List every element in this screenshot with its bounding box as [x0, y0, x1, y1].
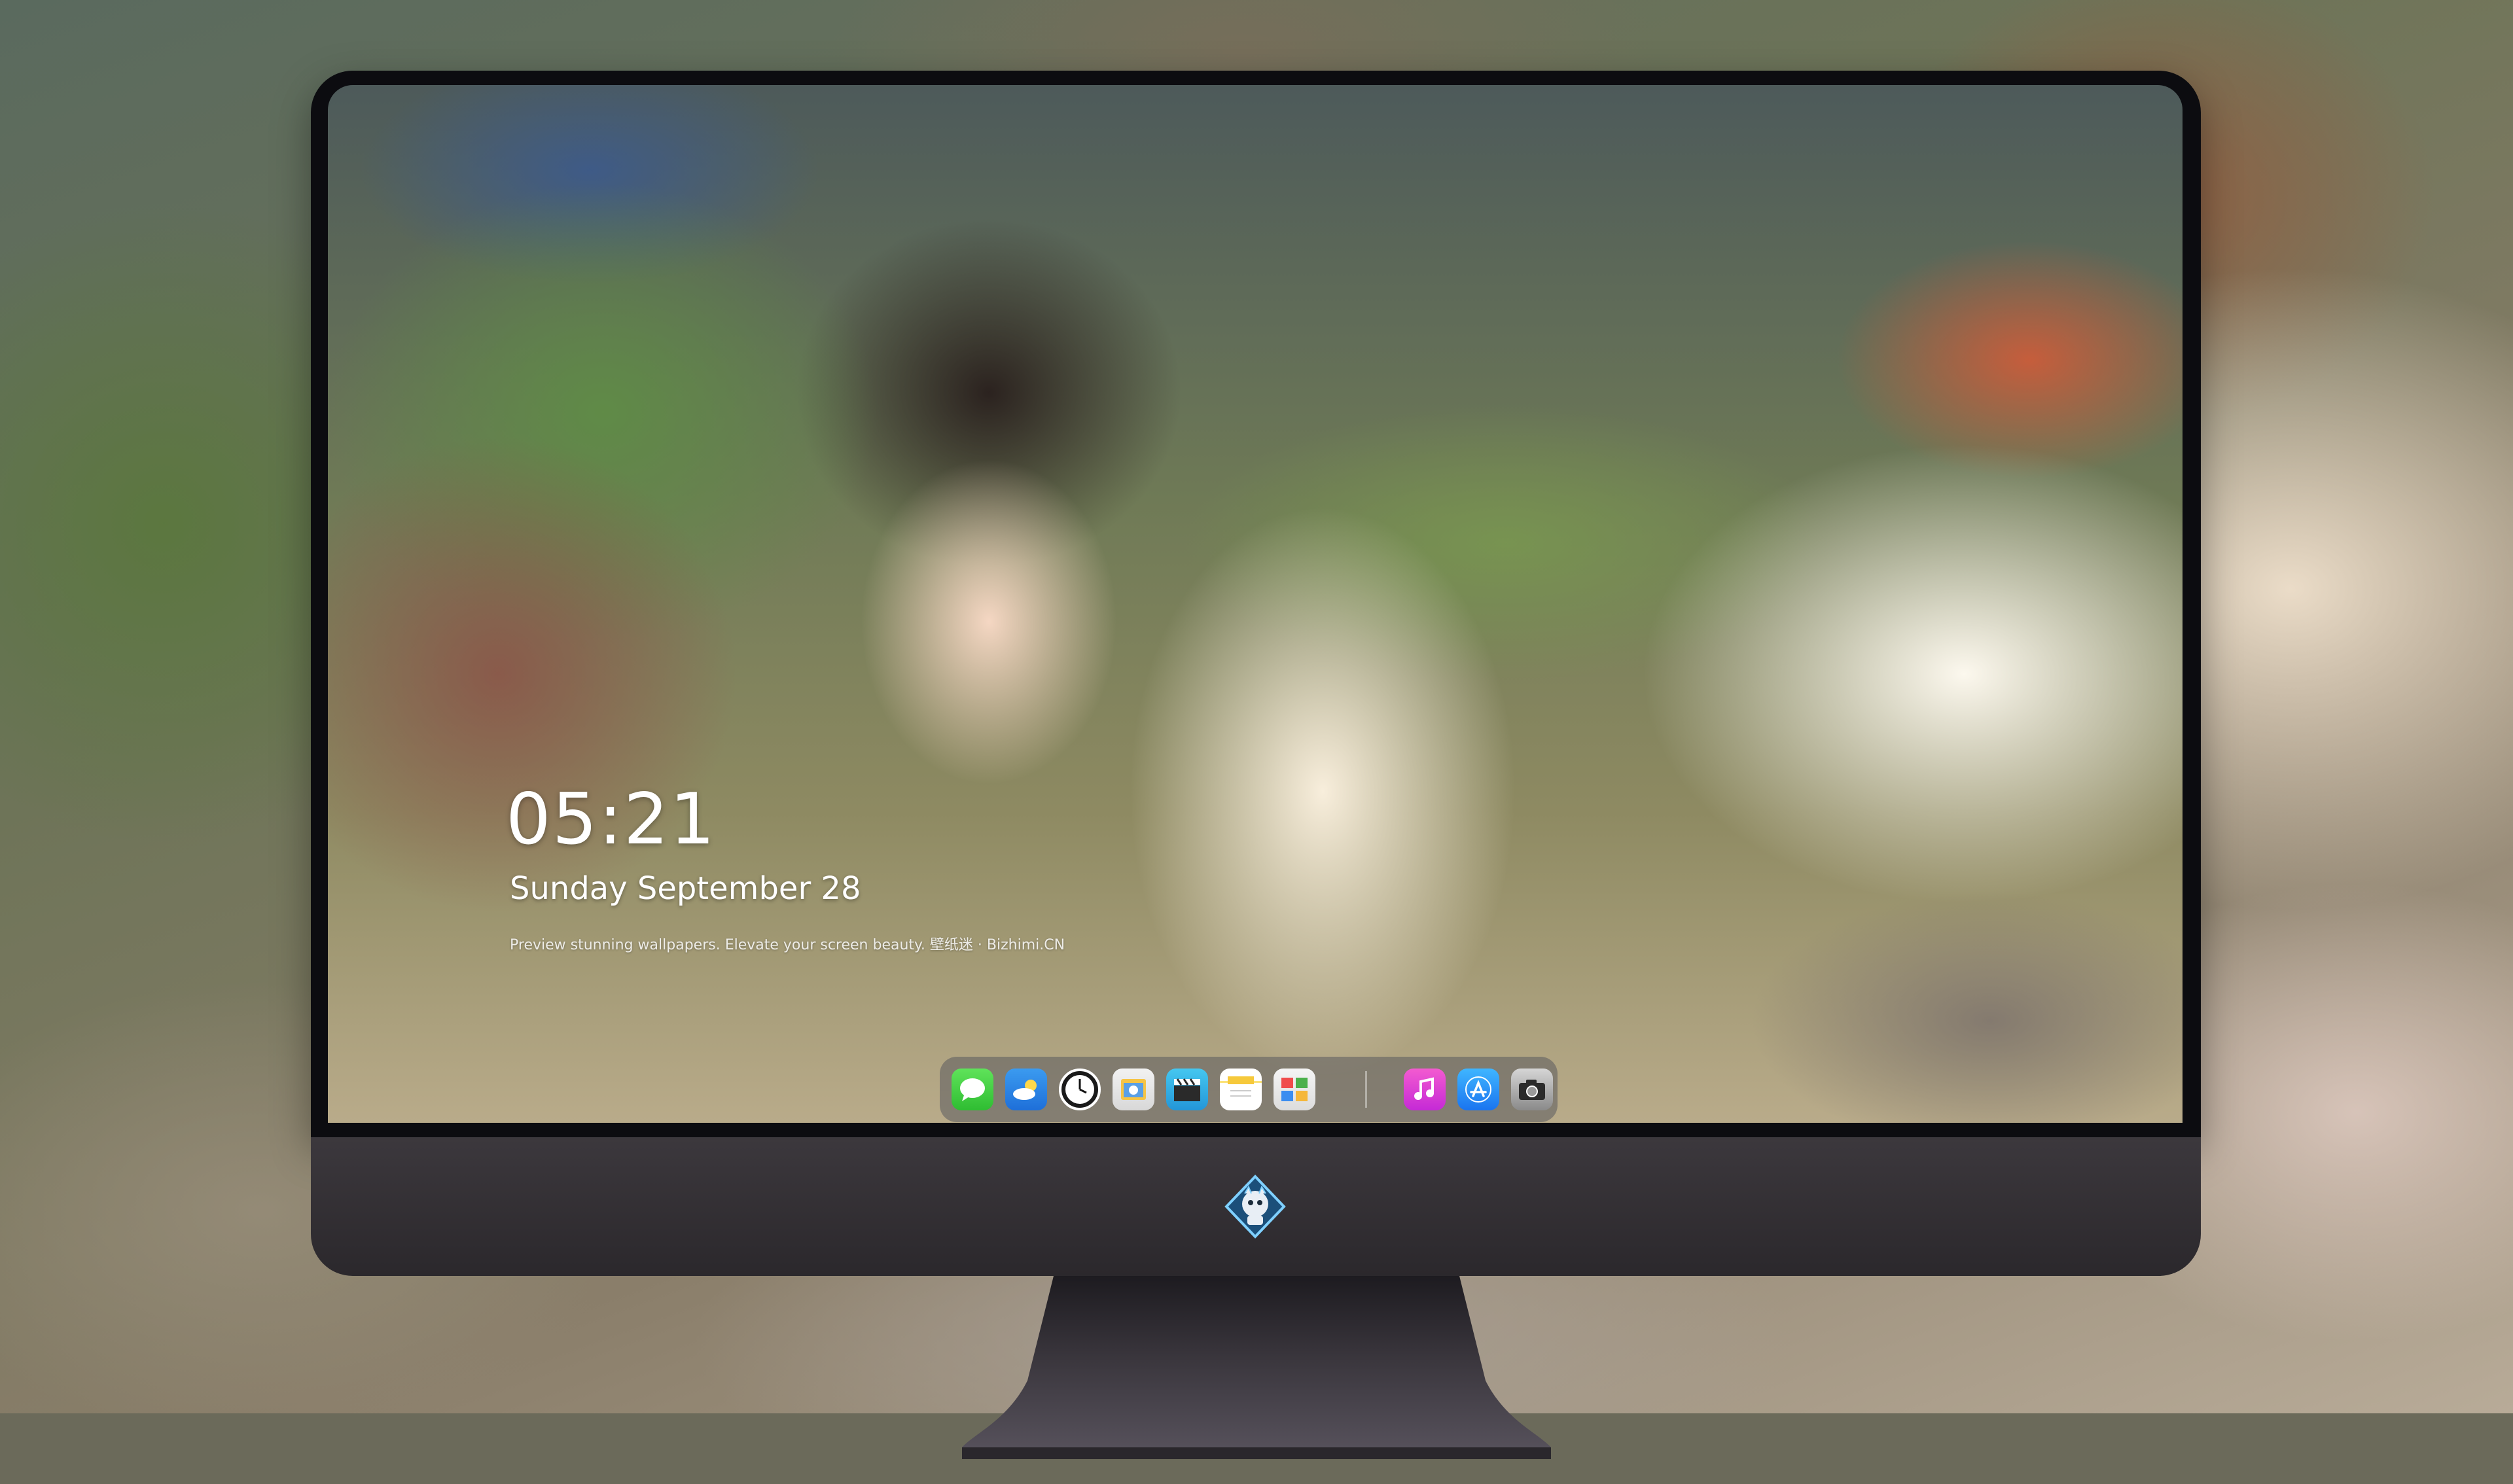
messages-icon[interactable] — [952, 1069, 993, 1110]
music-note-icon[interactable] — [1404, 1069, 1446, 1110]
dock-separator — [1365, 1071, 1367, 1108]
monitor: 05:21 Sunday September 28 Preview stunni… — [311, 71, 2201, 1459]
monitor-stand — [962, 1276, 1551, 1459]
monitor-bezel: 05:21 Sunday September 28 Preview stunni… — [311, 71, 2201, 1137]
lockscreen-date: Sunday September 28 — [510, 870, 861, 907]
monitor-chin — [311, 1137, 2201, 1276]
dock — [940, 1057, 1558, 1122]
weather-icon[interactable] — [1005, 1069, 1047, 1110]
clapperboard-icon[interactable] — [1166, 1069, 1208, 1110]
brand-logo-icon — [1224, 1175, 1286, 1239]
camera-icon[interactable] — [1511, 1069, 1553, 1110]
clock-icon[interactable] — [1059, 1069, 1101, 1110]
app-store-icon[interactable] — [1457, 1069, 1499, 1110]
lockscreen-wallpaper: 05:21 Sunday September 28 Preview stunni… — [328, 85, 2183, 1123]
notes-icon[interactable] — [1220, 1069, 1262, 1110]
lockscreen-time: 05:21 — [506, 779, 717, 860]
photos-icon[interactable] — [1274, 1069, 1315, 1110]
preview-icon[interactable] — [1113, 1069, 1154, 1110]
lockscreen-caption: Preview stunning wallpapers. Elevate you… — [510, 937, 1065, 953]
